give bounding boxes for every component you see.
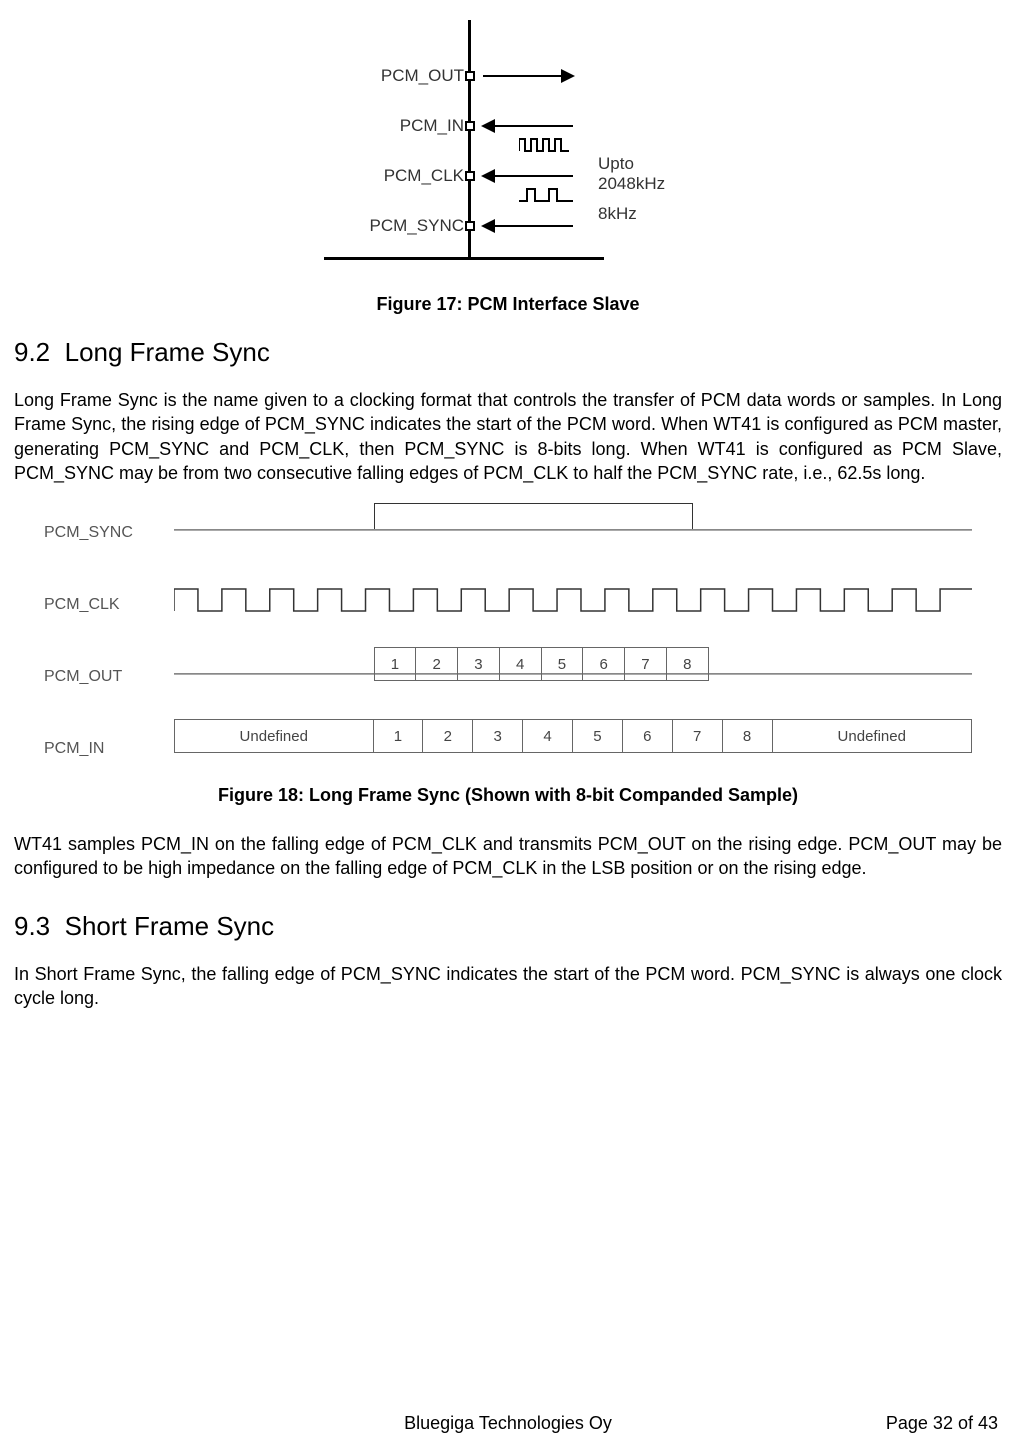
signal-label: PCM_OUT (366, 66, 464, 86)
section-9-2-paragraph: Long Frame Sync is the name given to a c… (14, 388, 1002, 485)
signal-row-pcm-out: PCM_OUT (318, 56, 698, 96)
footer-company: Bluegiga Technologies Oy (0, 1413, 1016, 1434)
section-title: Short Frame Sync (65, 911, 275, 941)
clock-wave-icon (174, 583, 972, 617)
undefined-cell: Undefined (174, 719, 374, 753)
bit-cell: 5 (573, 719, 623, 753)
signal-label: PCM_CLK (366, 166, 464, 186)
bit-cell: 6 (583, 647, 625, 681)
arrow-left-icon (483, 175, 573, 177)
figure-17-diagram: PCM_OUT PCM_IN PCM_CLK Upto 2048kHz PCM_… (14, 20, 1002, 280)
page-number: Page 32 of 43 (886, 1413, 998, 1434)
pin-icon (465, 171, 475, 181)
signal-label: PCM_IN (366, 116, 464, 136)
bit-cell: 8 (667, 647, 709, 681)
timing-row-in: PCM_IN Undefined 1 2 3 4 5 6 7 8 Undefin… (44, 727, 972, 771)
bit-cell: 3 (473, 719, 523, 753)
timing-row-out: PCM_OUT 1 2 3 4 5 6 7 8 (44, 655, 972, 699)
section-9-3-paragraph: In Short Frame Sync, the falling edge of… (14, 962, 1002, 1011)
arrow-left-icon (483, 225, 573, 227)
sync-wave-icon (519, 187, 573, 203)
signal-label: PCM_SYNC (366, 216, 464, 236)
pin-icon (465, 71, 475, 81)
bit-cell: 5 (542, 647, 584, 681)
section-number: 9.3 (14, 911, 50, 941)
bit-cell: 4 (500, 647, 542, 681)
pin-icon (465, 221, 475, 231)
timing-label: PCM_OUT (44, 668, 174, 686)
signal-row-pcm-in: PCM_IN (318, 106, 698, 146)
bit-cell: 1 (374, 647, 417, 681)
sync-rate-label: 8kHz (598, 204, 637, 224)
figure-17-caption: Figure 17: PCM Interface Slave (14, 294, 1002, 315)
timing-row-sync: PCM_SYNC (44, 511, 972, 555)
timing-label: PCM_SYNC (44, 524, 174, 542)
section-number: 9.2 (14, 337, 50, 367)
clock-wave-icon (519, 137, 569, 153)
signal-row-pcm-clk: PCM_CLK Upto 2048kHz (318, 156, 698, 196)
timing-row-clk: PCM_CLK (44, 583, 972, 627)
bit-cell: 7 (673, 719, 723, 753)
bit-cell: 7 (625, 647, 667, 681)
figure-18-caption: Figure 18: Long Frame Sync (Shown with 8… (14, 785, 1002, 806)
bit-cell: 1 (374, 719, 424, 753)
paragraph-after-fig18: WT41 samples PCM_IN on the falling edge … (14, 832, 1002, 881)
section-title: Long Frame Sync (65, 337, 270, 367)
pin-icon (465, 121, 475, 131)
clk-rate-label: Upto 2048kHz (598, 154, 698, 194)
timing-label: PCM_CLK (44, 596, 174, 614)
arrow-left-icon (483, 125, 573, 127)
bus-foot (324, 257, 604, 260)
bit-cell: 6 (623, 719, 673, 753)
bit-cell: 8 (723, 719, 773, 753)
section-9-3-heading: 9.3 Short Frame Sync (14, 911, 1002, 942)
timing-label: PCM_IN (44, 740, 174, 758)
section-9-2-heading: 9.2 Long Frame Sync (14, 337, 1002, 368)
figure-18-diagram: PCM_SYNC PCM_CLK PCM_OUT 1 2 3 4 5 6 7 (14, 501, 1002, 771)
bit-cell: 2 (423, 719, 473, 753)
arrow-right-icon (483, 75, 573, 77)
signal-row-pcm-sync: PCM_SYNC 8kHz (318, 206, 698, 246)
undefined-cell: Undefined (773, 719, 973, 753)
bit-cell: 3 (458, 647, 500, 681)
bit-cell: 2 (416, 647, 458, 681)
bit-cell: 4 (523, 719, 573, 753)
